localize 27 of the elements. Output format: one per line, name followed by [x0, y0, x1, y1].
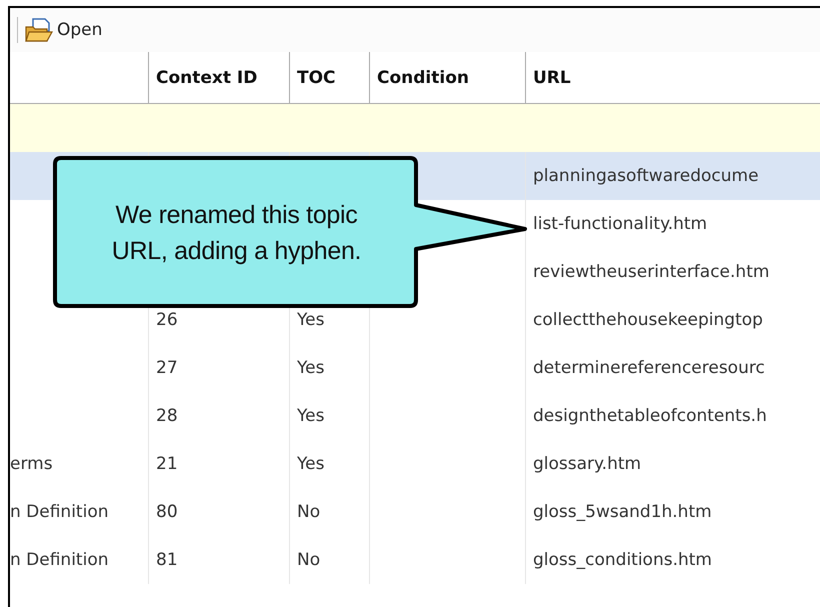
- table-cell: Yes: [297, 310, 324, 330]
- table-cell: Yes: [297, 406, 324, 426]
- open-button[interactable]: Open: [21, 15, 106, 45]
- table-cell: Yes: [297, 358, 324, 378]
- table-cell: list-functionality.htm: [533, 214, 708, 234]
- table-cell: gloss_5wsand1h.htm: [533, 502, 712, 522]
- table-cell: 21: [156, 454, 178, 474]
- table-cell: No: [297, 550, 320, 570]
- table-cell: erms: [10, 454, 53, 474]
- table-cell: 81: [156, 550, 178, 570]
- table-cell: reviewtheuserinterface.htm: [533, 262, 770, 282]
- callout-text: We renamed this topic URL, adding a hyphen.: [110, 200, 362, 267]
- table-cell: designthetableofcontents.h: [533, 406, 767, 426]
- table-cell: determinereferenceresourc: [533, 358, 765, 378]
- table-cell: No: [297, 502, 320, 522]
- table-cell: glossary.htm: [533, 454, 642, 474]
- table-cell: collectthehousekeepingtop: [533, 310, 763, 330]
- table-cell: planningasoftwaredocume: [533, 166, 759, 186]
- table-cell: n Definition: [10, 550, 108, 570]
- table-cell: 28: [156, 406, 178, 426]
- table-cell: Yes: [297, 454, 324, 474]
- table-cell: 80: [156, 502, 178, 522]
- folder-icon: [25, 17, 53, 43]
- table-cell: 26: [156, 310, 178, 330]
- table-cell: n Definition: [10, 502, 108, 522]
- table-cell: 27: [156, 358, 178, 378]
- table-cell: gloss_conditions.htm: [533, 550, 712, 570]
